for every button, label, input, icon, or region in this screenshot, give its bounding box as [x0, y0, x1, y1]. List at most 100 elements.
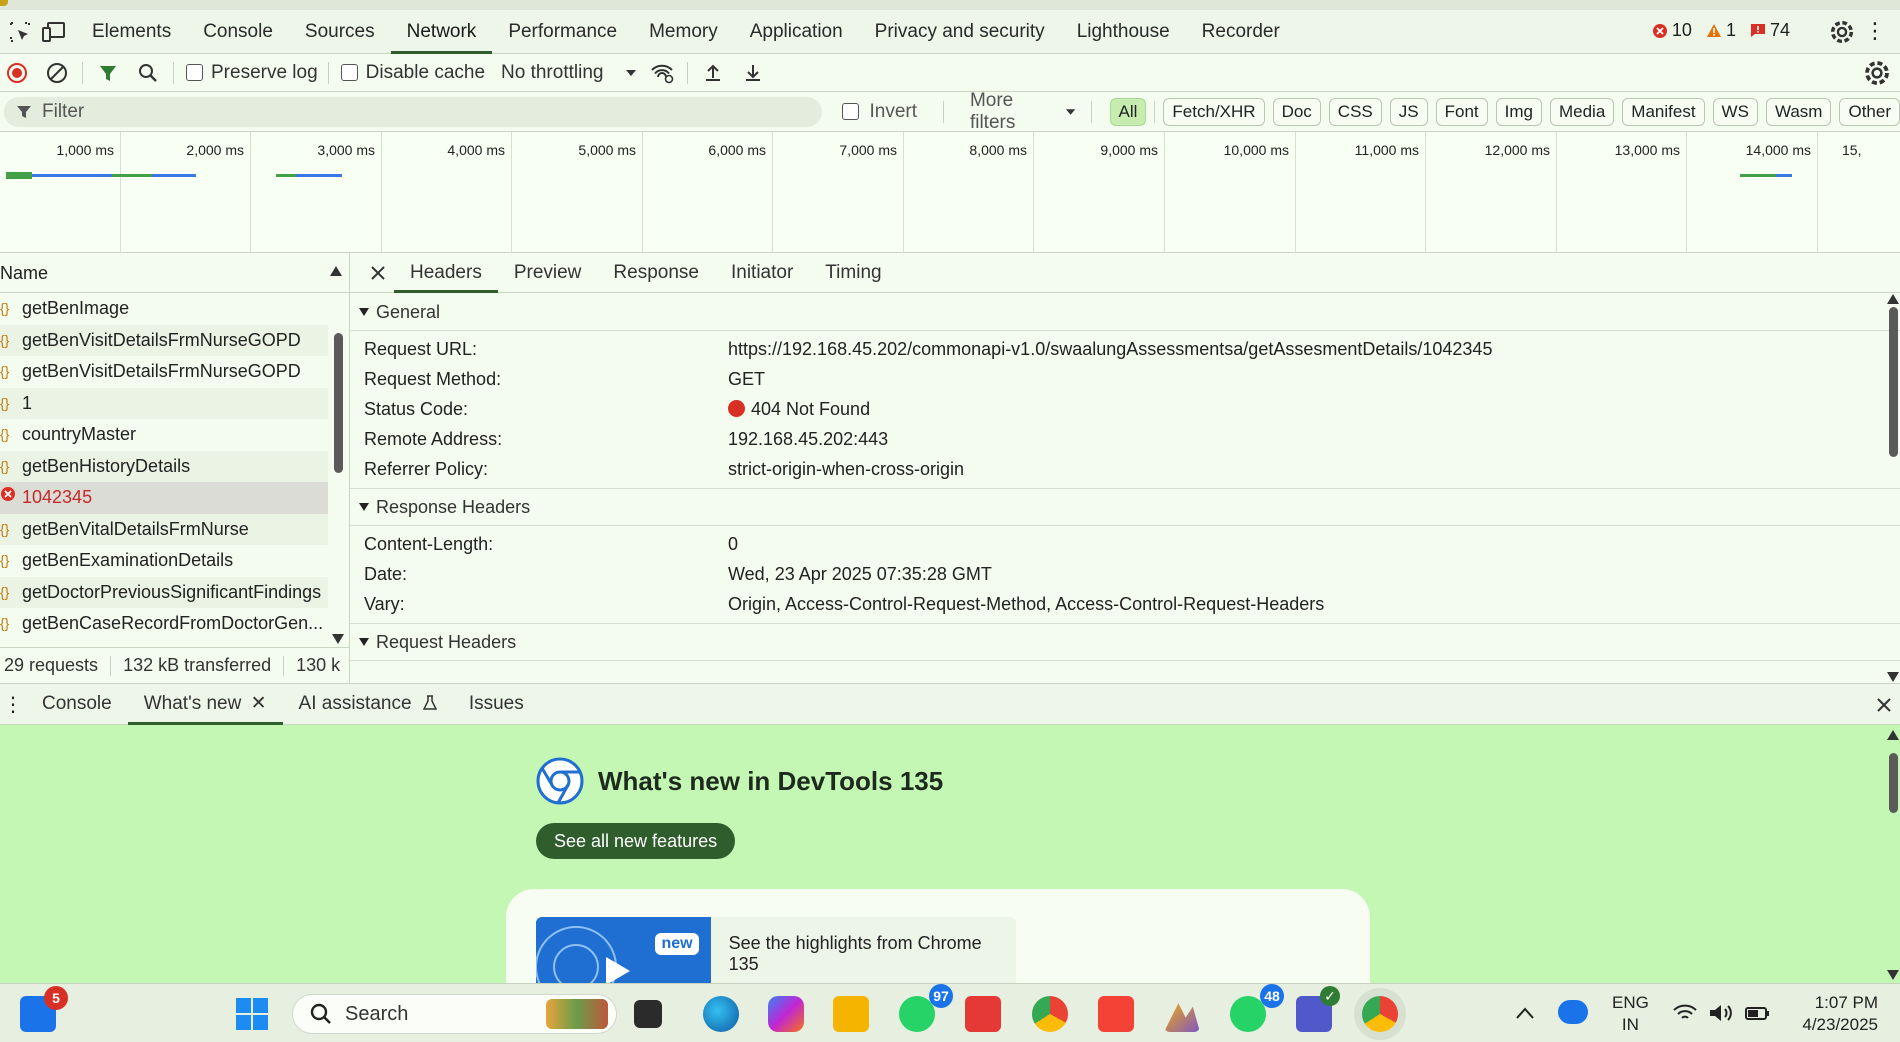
tab-console[interactable]: Console: [187, 10, 289, 54]
tab-lighthouse[interactable]: Lighthouse: [1061, 10, 1186, 54]
tab-preview[interactable]: Preview: [498, 253, 598, 293]
volume-icon[interactable]: [1708, 1002, 1734, 1024]
chip-fetch-xhr[interactable]: Fetch/XHR: [1163, 97, 1265, 126]
tab-headers[interactable]: Headers: [394, 253, 498, 293]
record-stop-icon[interactable]: [2, 58, 32, 88]
tab-privacy-security[interactable]: Privacy and security: [859, 10, 1061, 54]
tab-timing[interactable]: Timing: [809, 253, 897, 293]
preserve-log-box[interactable]: [186, 64, 203, 81]
request-row[interactable]: {} getBenVitalDetailsFrmNurse: [0, 513, 328, 545]
request-row-selected-error[interactable]: 1042345: [0, 482, 328, 514]
tab-recorder[interactable]: Recorder: [1186, 10, 1296, 54]
clear-icon[interactable]: [42, 58, 72, 88]
preserve-log-checkbox[interactable]: Preserve log: [186, 62, 318, 84]
chrome-active-icon[interactable]: [1362, 996, 1398, 1032]
chip-doc[interactable]: Doc: [1272, 97, 1321, 126]
drawer-tab-console[interactable]: Console: [26, 683, 128, 725]
input-language[interactable]: ENG IN: [1612, 992, 1649, 1036]
scroll-down-icon[interactable]: [331, 633, 345, 645]
filter-input[interactable]: Filter: [4, 96, 823, 127]
chip-manifest[interactable]: Manifest: [1622, 97, 1705, 126]
disable-cache-box[interactable]: [340, 64, 358, 81]
request-row[interactable]: {} getBenVisitDetailsFrmNurseGOPD: [0, 356, 328, 388]
wifi-icon[interactable]: [1672, 1002, 1698, 1024]
request-row[interactable]: {} getDoctorPreviousSignificantFindings: [0, 576, 328, 608]
taskbar-search[interactable]: Search: [292, 994, 617, 1034]
scrollbar-thumb[interactable]: [1889, 307, 1898, 457]
tab-sources[interactable]: Sources: [289, 10, 391, 54]
tab-initiator[interactable]: Initiator: [715, 253, 809, 293]
scroll-down-icon[interactable]: [1886, 671, 1900, 683]
settings-gear-icon[interactable]: [1828, 18, 1856, 46]
chip-wasm[interactable]: Wasm: [1765, 97, 1832, 126]
drawer-scrollbar[interactable]: [1886, 725, 1900, 983]
wps-office-icon[interactable]: [965, 996, 1001, 1032]
tab-network[interactable]: Network: [390, 10, 493, 54]
drawer-tab-issues[interactable]: Issues: [453, 683, 540, 725]
scroll-up-icon[interactable]: [1886, 729, 1900, 741]
network-overview-timeline[interactable]: 1,000 ms 2,000 ms 3,000 ms 4,000 ms 5,00…: [0, 132, 1900, 253]
chip-font[interactable]: Font: [1435, 97, 1488, 126]
file-explorer-icon[interactable]: [833, 996, 869, 1032]
chip-ws[interactable]: WS: [1712, 97, 1758, 126]
onedrive-icon[interactable]: [1558, 1000, 1588, 1024]
error-count[interactable]: 10: [1652, 20, 1692, 41]
tab-application[interactable]: Application: [734, 10, 859, 54]
close-tab-icon[interactable]: ✕: [251, 693, 267, 714]
network-settings-gear-icon[interactable]: [1862, 58, 1892, 88]
invert-checkbox[interactable]: Invert: [842, 101, 917, 123]
edge-browser-icon[interactable]: [703, 996, 739, 1032]
chrome-icon[interactable]: [1032, 996, 1068, 1032]
request-headers-section-header[interactable]: Request Headers: [350, 623, 1900, 661]
scroll-up-icon[interactable]: [1886, 293, 1900, 305]
warning-count[interactable]: 1: [1706, 20, 1736, 41]
name-column-header[interactable]: Name: [0, 253, 349, 293]
request-row[interactable]: {} 1: [0, 387, 328, 419]
more-filters-dropdown[interactable]: More filters: [970, 90, 1077, 134]
scrollbar-thumb[interactable]: [1889, 753, 1898, 813]
upload-har-icon[interactable]: [698, 58, 728, 88]
details-scrollbar[interactable]: [1886, 293, 1900, 683]
close-details-icon[interactable]: [370, 265, 386, 281]
request-row[interactable]: {} getBenCaseRecordFromDoctorGen...: [0, 608, 328, 640]
chip-all[interactable]: All: [1109, 97, 1147, 126]
chip-img[interactable]: Img: [1495, 97, 1542, 126]
battery-icon[interactable]: [1744, 1002, 1770, 1024]
disable-cache-checkbox[interactable]: Disable cache: [340, 62, 485, 84]
tray-overflow-chevron-icon[interactable]: [1515, 1006, 1535, 1020]
request-row[interactable]: {} getBenVisitDetailsFrmNurseGOPD: [0, 324, 328, 356]
network-conditions-icon[interactable]: [647, 58, 677, 88]
drawer-tab-whats-new[interactable]: What's new ✕: [127, 683, 283, 725]
inspect-element-icon[interactable]: [6, 18, 34, 46]
task-view-icon[interactable]: [634, 1000, 662, 1028]
copilot-icon[interactable]: [768, 996, 804, 1032]
invert-box[interactable]: [842, 103, 860, 120]
search-icon[interactable]: [133, 58, 163, 88]
scrollbar-thumb[interactable]: [334, 333, 343, 473]
whatsapp-business-icon[interactable]: 48: [1230, 984, 1284, 1032]
response-headers-section-header[interactable]: Response Headers: [350, 488, 1900, 526]
more-options-icon[interactable]: ⋮: [1864, 20, 1886, 42]
tab-performance[interactable]: Performance: [492, 10, 633, 54]
request-row[interactable]: {} getBenImage: [0, 293, 328, 325]
teams-icon[interactable]: ✓: [1296, 986, 1340, 1032]
download-har-icon[interactable]: [738, 58, 768, 88]
chip-css[interactable]: CSS: [1328, 97, 1382, 126]
drawer-menu-icon[interactable]: ⋮: [0, 692, 26, 717]
request-row[interactable]: {} getBenExaminationDetails: [0, 545, 328, 577]
highlight-video-item[interactable]: new See the highlights from Chrome 135: [536, 917, 1016, 983]
drawer-tab-ai-assistance[interactable]: AI assistance: [283, 683, 453, 725]
tab-response[interactable]: Response: [597, 253, 715, 293]
chip-js[interactable]: JS: [1389, 97, 1428, 126]
console-counts[interactable]: 10 1 74: [1652, 20, 1790, 41]
request-list-scrollbar[interactable]: [331, 293, 345, 645]
tab-memory[interactable]: Memory: [633, 10, 734, 54]
device-toolbar-icon[interactable]: [40, 18, 68, 46]
whatsapp-icon[interactable]: 97: [899, 984, 953, 1032]
anydesk-icon[interactable]: [1098, 996, 1134, 1032]
issues-count[interactable]: 74: [1750, 20, 1790, 41]
photos-icon[interactable]: [1164, 1003, 1200, 1032]
filter-funnel-icon[interactable]: [93, 58, 123, 88]
tab-elements[interactable]: Elements: [76, 10, 187, 54]
scroll-down-icon[interactable]: [1886, 969, 1900, 981]
